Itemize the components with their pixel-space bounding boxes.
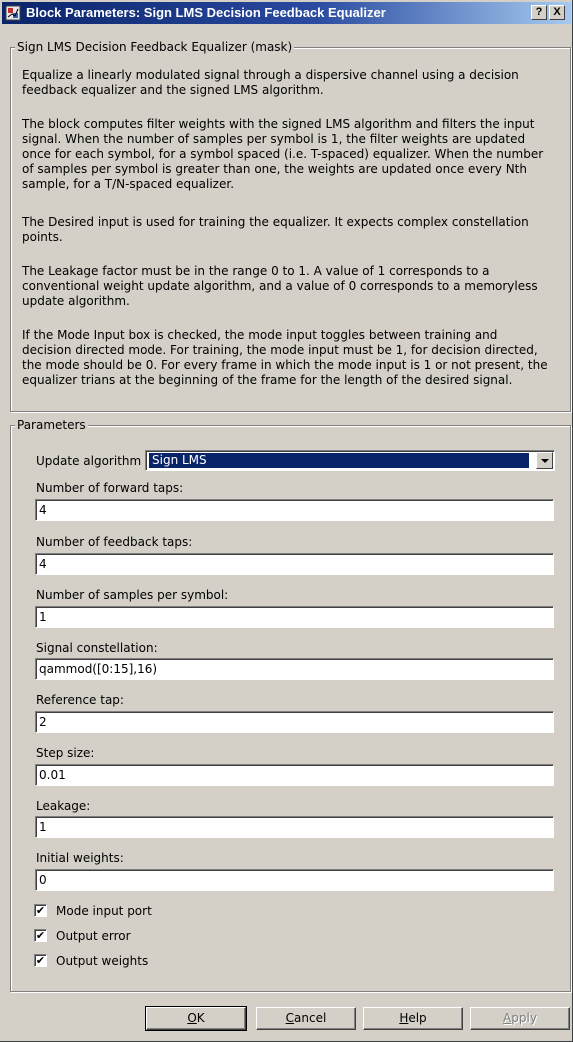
output-weights-label[interactable]: Output weights — [56, 954, 148, 968]
description-paragraph-5: If the Mode Input box is checked, the mo… — [22, 328, 548, 387]
window-title: Block Parameters: Sign LMS Decision Feed… — [26, 5, 386, 20]
output-weights-checkbox[interactable]: ✔ — [34, 954, 47, 967]
step-size-label: Step size: — [36, 746, 95, 760]
forward-taps-label: Number of forward taps: — [36, 481, 184, 495]
initial-weights-label: Initial weights: — [36, 851, 124, 865]
simulink-block-icon — [5, 5, 21, 21]
description-paragraph-4: The Leakage factor must be in the range … — [22, 264, 538, 308]
mode-input-port-label[interactable]: Mode input port — [56, 904, 152, 918]
feedback-taps-label: Number of feedback taps: — [36, 535, 193, 549]
output-error-checkbox[interactable]: ✔ — [34, 929, 47, 942]
title-bar[interactable]: Block Parameters: Sign LMS Decision Feed… — [2, 2, 571, 24]
leakage-input[interactable]: 1 — [35, 816, 554, 838]
cancel-button[interactable]: Cancel — [256, 1007, 356, 1030]
dropdown-arrow-icon[interactable] — [536, 452, 553, 469]
update-algorithm-label: Update algorithm — [36, 454, 142, 468]
description-group-label: Sign LMS Decision Feedback Equalizer (ma… — [15, 40, 295, 54]
description-paragraph-3: The Desired input is used for training t… — [22, 215, 529, 244]
parameters-group-label: Parameters — [15, 418, 88, 432]
update-algorithm-value: Sign LMS — [148, 452, 530, 469]
step-size-input[interactable]: 0.01 — [35, 764, 554, 786]
help-title-button[interactable]: ? — [531, 5, 547, 20]
reference-tap-input[interactable]: 2 — [35, 711, 554, 733]
description-paragraph-1: Equalize a linearly modulated signal thr… — [22, 68, 519, 97]
signal-constellation-input[interactable]: qammod([0:15],16) — [35, 658, 554, 680]
close-title-button[interactable]: X — [549, 5, 565, 20]
dialog-window: Block Parameters: Sign LMS Decision Feed… — [0, 0, 573, 1042]
signal-constellation-label: Signal constellation: — [36, 641, 158, 655]
description-paragraph-2: The block computes filter weights with t… — [22, 117, 544, 191]
output-error-label[interactable]: Output error — [56, 929, 131, 943]
samples-per-symbol-label: Number of samples per symbol: — [36, 588, 229, 602]
feedback-taps-input[interactable]: 4 — [35, 553, 554, 575]
help-button[interactable]: Help — [363, 1007, 463, 1030]
mode-input-port-checkbox[interactable]: ✔ — [34, 904, 47, 917]
initial-weights-input[interactable]: 0 — [35, 869, 554, 891]
forward-taps-input[interactable]: 4 — [35, 499, 554, 521]
ok-button[interactable]: OK — [145, 1006, 247, 1031]
leakage-label: Leakage: — [36, 799, 91, 813]
reference-tap-label: Reference tap: — [36, 693, 124, 707]
update-algorithm-select[interactable]: Sign LMS — [145, 450, 555, 471]
apply-button[interactable]: Apply — [470, 1007, 570, 1030]
samples-per-symbol-input[interactable]: 1 — [35, 606, 554, 628]
